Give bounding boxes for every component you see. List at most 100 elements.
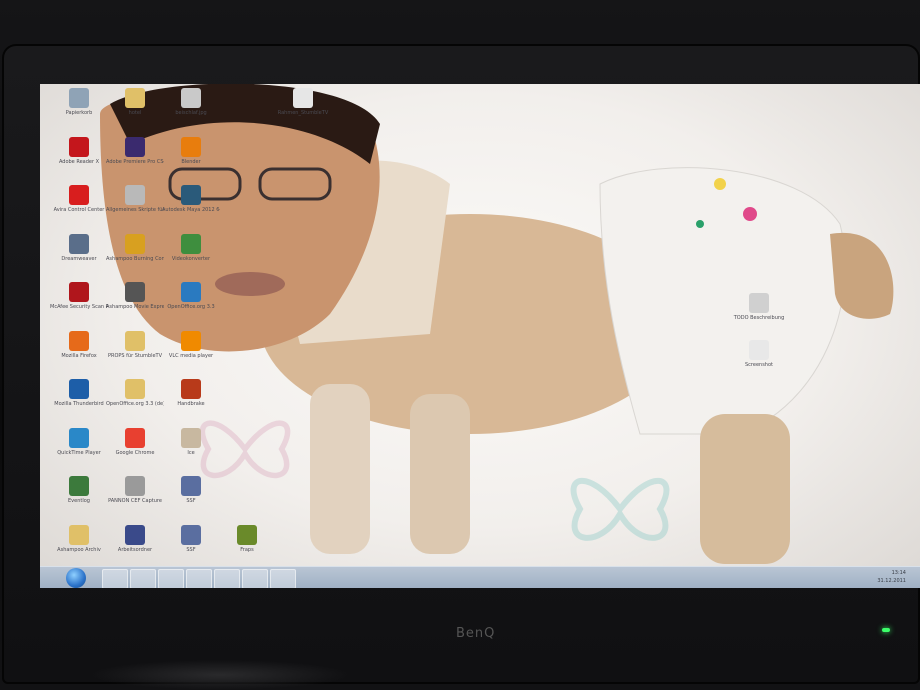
desktop-icon[interactable]: Google Chrome <box>106 427 164 474</box>
desktop-icon[interactable]: Papierkorb <box>50 88 108 134</box>
desktop-icon[interactable]: OpenOffice.org 3.3 <box>162 282 220 328</box>
cap-icon <box>125 476 145 496</box>
desktop-icon[interactable]: Allgemeines Skripte für Studenten ... <box>106 185 164 231</box>
desktop-icon-label: Adobe Reader X <box>58 158 100 165</box>
folder-icon <box>125 330 145 351</box>
fraps-icon <box>237 524 257 545</box>
document-icon <box>749 340 769 360</box>
folder-icon <box>125 88 145 108</box>
thunderbird-icon <box>69 379 89 399</box>
document-icon <box>749 293 769 313</box>
monitor-brand-logo: BenQ <box>456 626 496 641</box>
desktop-icon[interactable]: PROPS für StumbleTV <box>106 330 164 377</box>
desktop-icon[interactable]: Dreamweaver <box>50 233 108 280</box>
desktop-icon[interactable]: beischlaf.jpg <box>162 88 220 134</box>
start-button[interactable] <box>66 568 86 588</box>
desktop-icon[interactable]: Fraps <box>218 524 276 571</box>
desktop-icon[interactable]: Adobe Reader X <box>50 136 108 183</box>
desktop-icon[interactable]: Avira Control Center <box>50 185 108 231</box>
desktop-icon-label: Adobe Premiere Pro CS4 <box>106 158 164 165</box>
desktop-icon-label: Ashampoo Burning Control Panel <box>106 255 164 262</box>
desktop-icon-label: PROPS für StumbleTV <box>107 352 163 359</box>
desktop-screen: Papierkorb hotel beischlaf.jpg Rahmen_Stumb… <box>40 84 920 588</box>
system-tray[interactable]: 13:14 31.12.2011 <box>877 569 906 585</box>
desktop-icon[interactable]: Rahmen_StumbleTV <box>274 88 332 134</box>
image-file-icon <box>293 88 313 108</box>
desktop-icon[interactable]: OpenOffice.org 3.3 (de) Installation Fil… <box>106 379 164 425</box>
desktop-icon-label: Screenshot <box>745 362 773 368</box>
desktop-icon[interactable]: hotel <box>106 88 164 134</box>
desktop-icon[interactable]: Ashampoo Archiv <box>50 524 108 571</box>
clock-date: 31.12.2011 <box>877 578 906 584</box>
desktop-icon-label: Eventlog <box>68 498 90 504</box>
openoffice-icon <box>181 282 201 302</box>
desktop-icon[interactable]: Adobe Premiere Pro CS4 <box>106 136 164 183</box>
desktop-icon[interactable]: Arbeitsordner <box>106 524 164 571</box>
desktop-icon[interactable]: Autodesk Maya 2012 64 bit <box>162 185 220 231</box>
handbrake-icon <box>181 379 201 399</box>
adobe-reader-icon <box>69 136 89 157</box>
blender-icon <box>181 136 201 157</box>
desktop-icon[interactable]: Ashampoo Burning Control Panel <box>106 233 164 280</box>
desktop-icon-label: beischlaf.jpg <box>175 110 207 116</box>
desktop-icon-label: SSF <box>186 498 196 504</box>
media-player-icon[interactable] <box>130 569 156 588</box>
desktop-icon[interactable]: Eventlog <box>50 476 108 522</box>
desktop-icon-label: hotel <box>128 110 142 116</box>
control-panel-icon <box>125 233 145 254</box>
taskbar: 13:14 31.12.2011 <box>40 566 920 588</box>
desktop-icon[interactable]: QuickTime Player <box>50 427 108 474</box>
premiere-icon[interactable] <box>214 569 240 588</box>
chrome-icon[interactable] <box>158 569 184 588</box>
desktop-icon-label: Google Chrome <box>115 449 155 456</box>
quicktime-icon <box>69 427 89 448</box>
desktop-icon-label: Videokonverter <box>171 255 211 262</box>
desktop-icon-label: TODO Beschreibung <box>733 315 785 321</box>
desktop-icon[interactable]: Blender <box>162 136 220 183</box>
desktop-icon-label: Ashampoo Archiv <box>57 546 101 553</box>
firefox-icon[interactable] <box>186 569 212 588</box>
desktop-icon[interactable]: Mozilla Thunderbird <box>50 379 108 425</box>
desktop-icon[interactable]: Mozilla Firefox <box>50 330 108 377</box>
desktop-icon[interactable]: Ice <box>162 427 220 474</box>
desktop-icon-label: Avira Control Center <box>53 207 105 213</box>
desktop-icon-label: Mozilla Firefox <box>61 352 97 359</box>
desktop-icon[interactable]: Ashampoo Movie Express <box>106 282 164 328</box>
desktop-icon[interactable]: VLC media player <box>162 330 220 377</box>
desktop-icon-label: Fraps <box>240 546 254 553</box>
desktop-icon-label: Handbrake <box>177 401 205 407</box>
desktop-icon[interactable]: Handbrake <box>162 379 220 425</box>
desktop-icon-label: QuickTime Player <box>57 449 101 456</box>
desktop-icon[interactable]: Videokonverter <box>162 233 220 280</box>
desktop-icon[interactable]: TODO Beschreibung <box>730 293 788 339</box>
mcafee-icon <box>69 282 89 302</box>
desktop-icon-label: Allgemeines Skripte für Studenten ... <box>106 207 164 213</box>
desktop-icon-label: OpenOffice.org 3.3 (de) Installation Fil… <box>106 401 164 407</box>
desktop-icon[interactable]: PANNON CEF Capture <box>106 476 164 522</box>
premiere-icon <box>125 136 145 157</box>
pdf-file-icon <box>181 476 201 496</box>
desktop-icon[interactable]: McAfee Security Scan Plus <box>50 282 108 328</box>
desktop-icon-label: VLC media player <box>168 352 214 359</box>
desktop-icon-label: Ashampoo Movie Express <box>106 304 164 310</box>
thunderbird-icon[interactable] <box>242 569 268 588</box>
desktop-icon[interactable]: SSF <box>162 524 220 571</box>
desktop-icon-label: SSF <box>186 546 196 553</box>
firefox-icon <box>69 330 89 351</box>
desktop-icon-label: Ice <box>187 449 195 456</box>
desk-reflection <box>90 660 350 690</box>
desktop-icon[interactable]: Screenshot <box>730 340 788 386</box>
desktop-icon-label: Blender <box>181 158 201 165</box>
desktop-icon-label: McAfee Security Scan Plus <box>50 304 108 310</box>
desktop-icon[interactable]: SSF <box>162 476 220 522</box>
recorder-icon[interactable] <box>270 569 296 588</box>
desktop-icon-label: Autodesk Maya 2012 64 bit <box>162 207 220 213</box>
desktop-icon-label: Papierkorb <box>65 110 93 116</box>
pdf-file-icon <box>181 524 201 545</box>
chrome-icon <box>125 427 145 448</box>
maya-icon <box>181 185 201 205</box>
explorer-icon[interactable] <box>102 569 128 588</box>
video-converter-icon <box>181 233 201 254</box>
checklist-icon <box>69 233 89 254</box>
recycle-bin-icon <box>69 88 89 108</box>
